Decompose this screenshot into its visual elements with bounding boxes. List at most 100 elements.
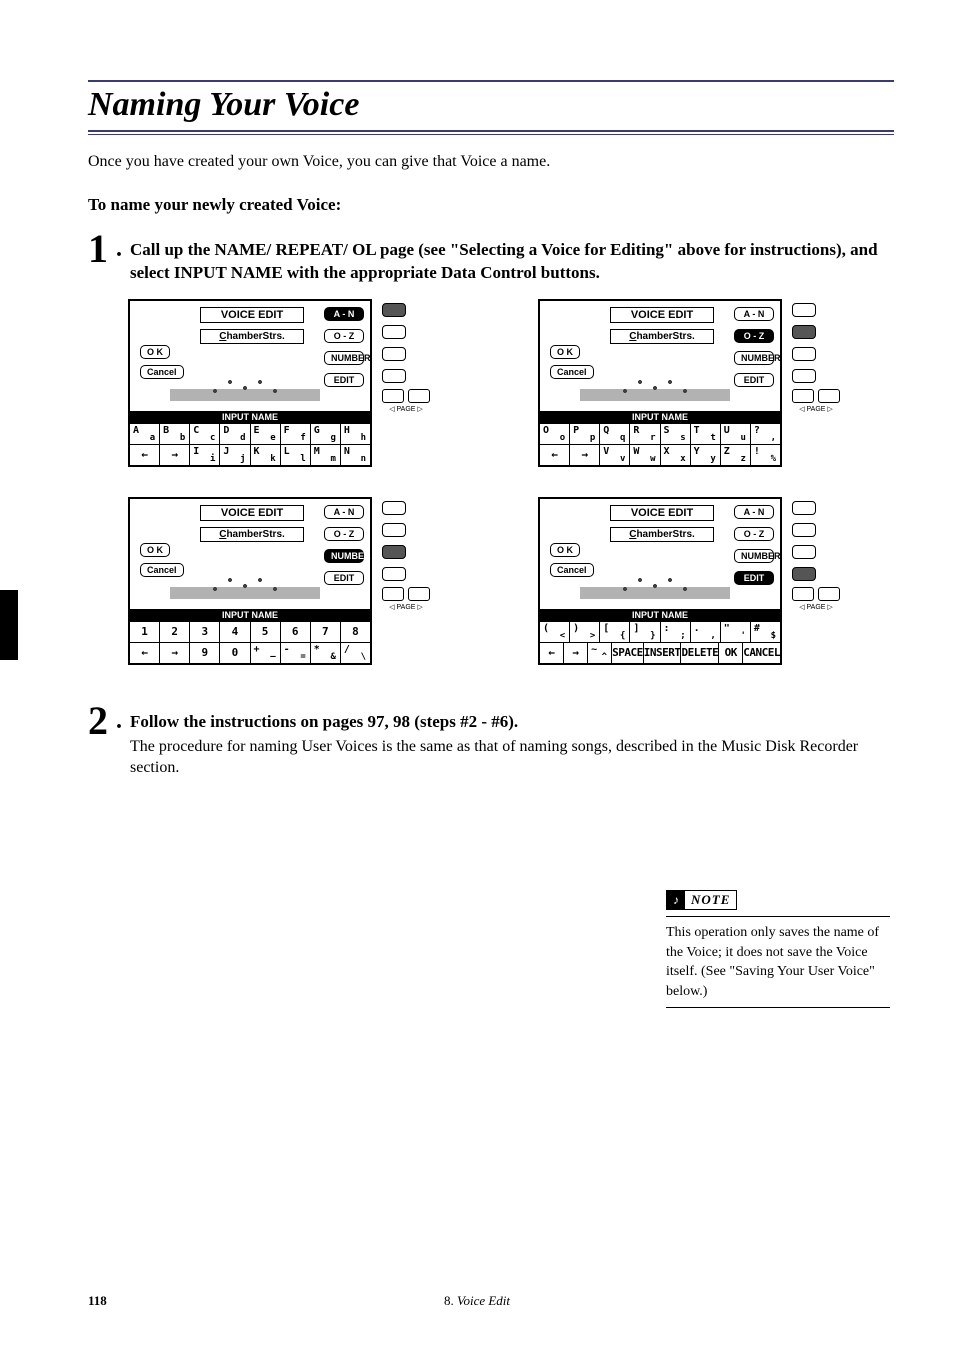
lcd-softkey: Oo: [540, 424, 570, 444]
lcd-voice-name: ChamberStrs.: [610, 527, 714, 542]
page-buttons-label: ◁ PAGE ▷: [792, 603, 840, 611]
lcd-softkey: 8: [341, 622, 370, 642]
lcd-softkey: →: [160, 643, 190, 663]
lcd-softkey: (<: [540, 622, 570, 642]
side-button-2: [792, 523, 816, 537]
side-button-1: [792, 501, 816, 515]
lcd-softkey: OK: [719, 643, 743, 663]
lcd-display: VOICE EDITChamberStrs.O KCancelA - NO - …: [130, 301, 370, 423]
lcd-softkey: Uu: [721, 424, 751, 444]
page-buttons: [382, 587, 430, 601]
lcd-softkey: →: [570, 445, 600, 465]
data-control-buttons: ◁ PAGE ▷: [792, 497, 840, 611]
page-next-button: [408, 389, 430, 403]
lcd-right-number: NUMBER: [734, 549, 774, 563]
lcd-softkey: Gg: [311, 424, 341, 444]
lcd-softkey: Kk: [251, 445, 281, 465]
lcd-right-edit: EDIT: [324, 373, 364, 387]
lcd-softkey: 3: [190, 622, 220, 642]
lcd-softkey-row: ←→VvWwXxYyZz!%: [540, 444, 780, 465]
lcd-voice-name: ChamberStrs.: [200, 527, 304, 542]
lcd-softkey-row: ←→IiJjKkLlMmNn: [130, 444, 370, 465]
lcd-softkey: 9: [190, 643, 220, 663]
lcd-right-an: A - N: [734, 505, 774, 519]
step-1-dot: .: [116, 229, 122, 269]
lcd-softkey: Zz: [721, 445, 751, 465]
lcd-panel: VOICE EDITChamberStrs.O KCancelA - NO - …: [128, 497, 372, 665]
side-button-1: [382, 501, 406, 515]
page-prev-button: [382, 587, 404, 601]
lcd-softkey: CANCEL: [743, 643, 780, 663]
page-title: Naming Your Voice: [88, 86, 894, 124]
page-buttons: [792, 389, 840, 403]
lcd-softkey: ]}: [630, 622, 660, 642]
note-label: NOTE: [685, 892, 736, 908]
lcd-softkey-row: AaBbCcDdEeFfGgHh: [130, 423, 370, 444]
lcd-softkey: 7: [311, 622, 341, 642]
chapter-label: 8. Voice Edit: [444, 1293, 510, 1309]
lcd-right-an: A - N: [324, 307, 364, 321]
step-2-dot: .: [116, 701, 122, 741]
lcd-title: VOICE EDIT: [200, 307, 304, 323]
lcd-softkey: Dd: [220, 424, 250, 444]
lcd-softkey: Xx: [661, 445, 691, 465]
side-button-1: [792, 303, 816, 317]
lcd-panel: VOICE EDITChamberStrs.O KCancelA - NO - …: [538, 497, 782, 665]
lcd-softkey: -=: [281, 643, 311, 663]
page-next-button: [818, 389, 840, 403]
lcd-right-number: NUMBER: [734, 351, 774, 365]
lcd-softkey: ←: [540, 445, 570, 465]
step-2-body: The procedure for naming User Voices is …: [130, 734, 894, 779]
lcd-softkey: Ii: [190, 445, 220, 465]
lcd-softkey: /\: [341, 643, 370, 663]
lcd-softkey-rows: 12345678←→90+–-=*&/\: [130, 621, 370, 663]
step-1-number: 1: [88, 229, 108, 269]
lcd-ok-button: O K: [140, 543, 170, 557]
lcd-softkey: Ll: [281, 445, 311, 465]
lcd-right-number: NUMBER: [324, 549, 364, 563]
lcd-softkey: .,: [691, 622, 721, 642]
lcd-softkey: 2: [160, 622, 190, 642]
side-button-3: [382, 347, 406, 361]
lcd-softkey: Hh: [341, 424, 370, 444]
data-control-buttons: ◁ PAGE ▷: [382, 299, 430, 413]
note-text: This operation only saves the name of th…: [666, 923, 890, 1001]
page-prev-button: [382, 389, 404, 403]
lcd-softkey: )>: [570, 622, 600, 642]
lcd-softkey: Tt: [691, 424, 721, 444]
page-prev-button: [792, 389, 814, 403]
lcd-softkey: Aa: [130, 424, 160, 444]
lcd-ok-button: O K: [550, 543, 580, 557]
page-next-button: [818, 587, 840, 601]
lcd-softkey-row: ←→~^SPACEINSERTDELETEOKCANCEL: [540, 642, 780, 663]
lcd-input-name-bar: INPUT NAME: [540, 609, 780, 621]
step-2: 2 . Follow the instructions on pages 97,…: [88, 701, 894, 779]
side-button-4: [382, 369, 406, 383]
lcd-artwork: [170, 547, 320, 607]
step-1-text: Call up the NAME/ REPEAT/ OL page (see "…: [130, 229, 894, 285]
lcd-panel: VOICE EDITChamberStrs.O KCancelA - NO - …: [128, 299, 372, 467]
lcd-right-oz: O - Z: [324, 329, 364, 343]
lcd-softkey: Yy: [691, 445, 721, 465]
lcd-right-edit: EDIT: [324, 571, 364, 585]
lcd-input-name-bar: INPUT NAME: [540, 411, 780, 423]
step-2-heading: Follow the instructions on pages 97, 98 …: [130, 701, 894, 734]
lcd-softkey: *&: [311, 643, 341, 663]
lcd-softkey: 5: [251, 622, 281, 642]
lcd-title: VOICE EDIT: [200, 505, 304, 521]
note-rule-top: [666, 916, 890, 917]
side-button-2: [792, 325, 816, 339]
lcd-softkey: [{: [600, 622, 630, 642]
title-rule-top: [88, 80, 894, 82]
procedure-heading: To name your newly created Voice:: [88, 195, 894, 215]
lcd-artwork: [580, 349, 730, 409]
lcd-softkey-row: OoPpQqRrSsTtUu?,: [540, 423, 780, 444]
lcd-softkey: Rr: [630, 424, 660, 444]
lcd-artwork: [170, 349, 320, 409]
lcd-softkey-row: (<)>[{]}:;.,"'#$: [540, 621, 780, 642]
lcd-screen-2: VOICE EDITChamberStrs.O KCancelA - NO - …: [538, 299, 894, 467]
lcd-display: VOICE EDITChamberStrs.O KCancelA - NO - …: [130, 499, 370, 621]
lcd-right-oz: O - Z: [734, 527, 774, 541]
lcd-softkey: INSERT: [644, 643, 682, 663]
lcd-softkey: 6: [281, 622, 311, 642]
